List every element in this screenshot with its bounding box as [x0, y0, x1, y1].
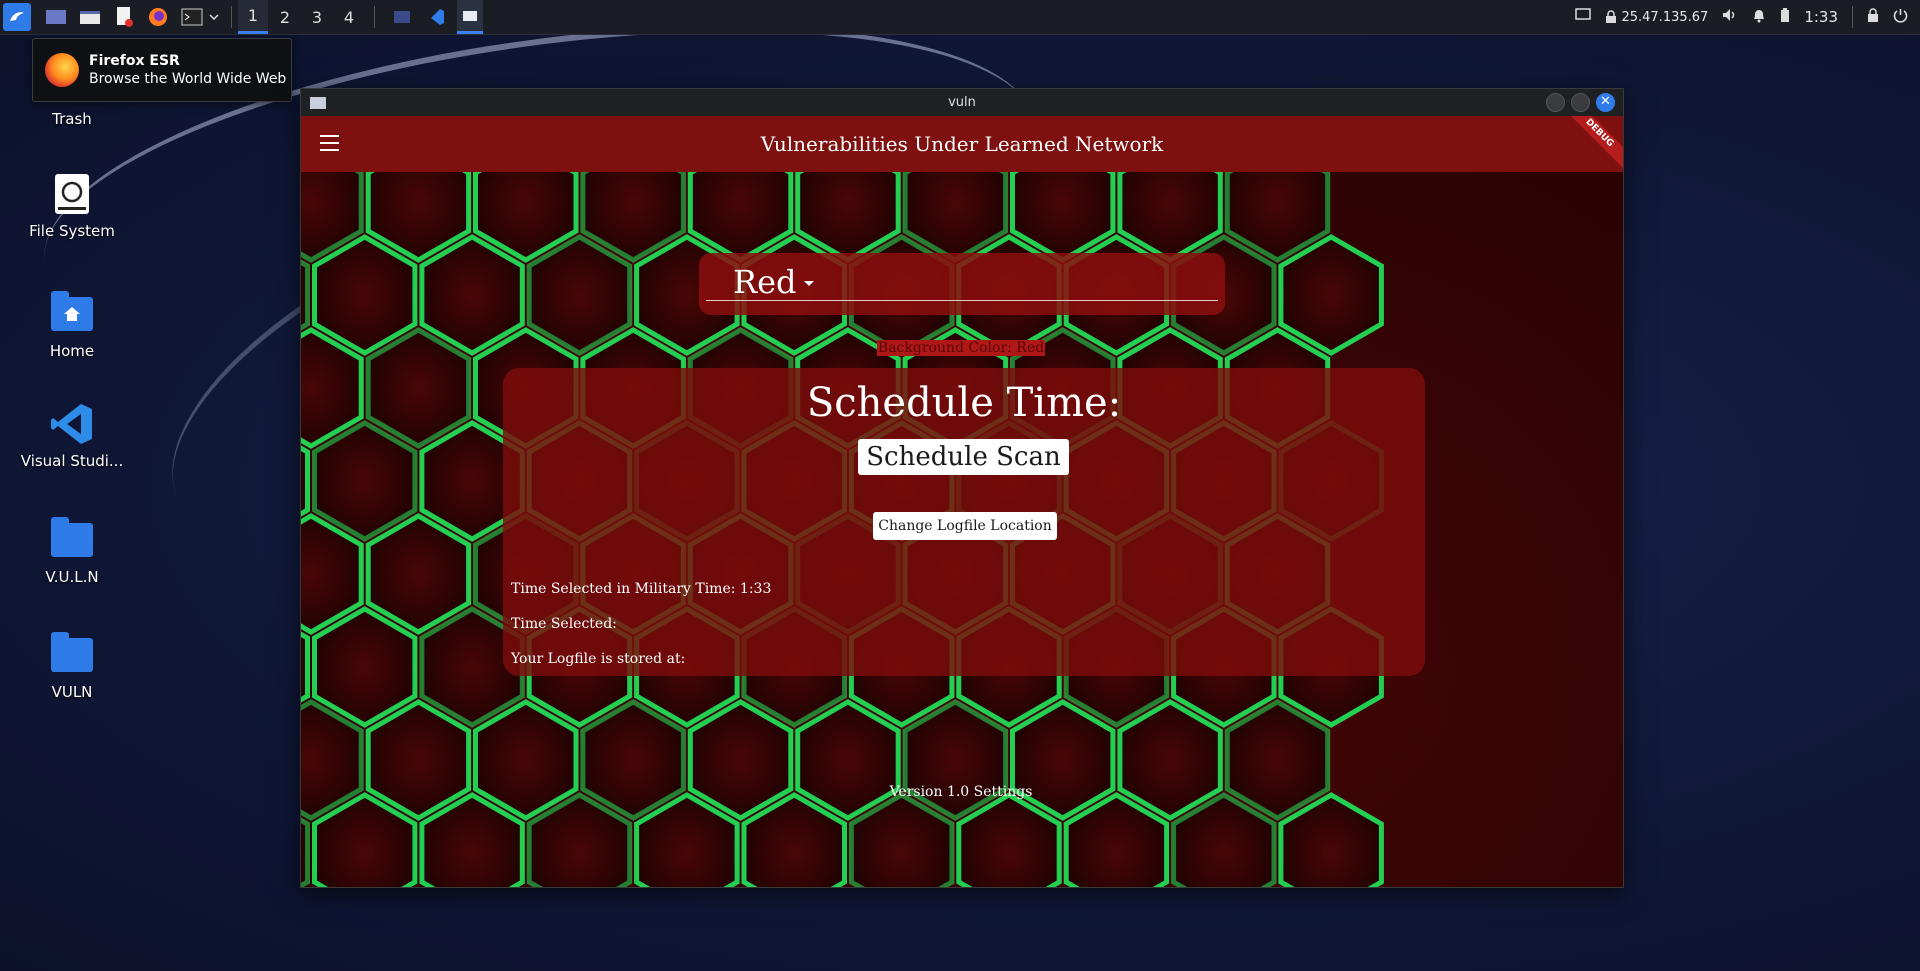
- show-desktop-icon[interactable]: [43, 4, 69, 30]
- hexagon-cell: [1010, 699, 1116, 821]
- desktop-icon-home[interactable]: Home: [18, 291, 126, 360]
- dropdown-underline: [706, 300, 1218, 301]
- logfile-location-text: Your Logfile is stored at:: [511, 651, 686, 667]
- vpn-indicator[interactable]: 25.47.135.67: [1605, 10, 1708, 25]
- folder-icon: [50, 517, 94, 562]
- background-color-label: Background Color: Red: [876, 340, 1046, 356]
- vscode-icon: [50, 402, 94, 446]
- desktop-icon-label: Home: [49, 342, 95, 360]
- debug-banner: DEBUG: [1558, 116, 1623, 172]
- app-title: Vulnerabilities Under Learned Network: [760, 132, 1164, 156]
- close-icon: ✕: [1600, 94, 1611, 109]
- background-color-label-row: Background Color: Red: [301, 337, 1621, 356]
- hexagon-cell: [795, 699, 901, 821]
- taskbar-separator: [374, 6, 375, 28]
- app-content: Red Background Color: Red Schedule Time:…: [301, 172, 1623, 887]
- hexagon-cell: [473, 699, 579, 821]
- version-settings-text[interactable]: Version 1.0 Settings: [301, 784, 1621, 800]
- military-time-text: Time Selected in Military Time: 1:33: [511, 581, 772, 597]
- network-address: 25.47.135.67: [1621, 9, 1709, 25]
- display-icon[interactable]: [1575, 8, 1592, 26]
- vuln-window: vuln ✕ Vulnerabilities Under Learned Net…: [300, 88, 1624, 888]
- power-icon[interactable]: [1893, 8, 1908, 27]
- workspace-2[interactable]: 2: [270, 0, 300, 34]
- window-title: vuln: [948, 95, 976, 110]
- desktop-icon-label: Trash: [52, 110, 92, 128]
- change-logfile-button[interactable]: Change Logfile Location: [873, 512, 1057, 540]
- notification-bell-icon[interactable]: [1752, 8, 1766, 27]
- lock-screen-icon[interactable]: [1867, 7, 1879, 27]
- taskbar-window-desktop-icon[interactable]: [389, 4, 415, 30]
- desktop-icon-label: V.U.L.N: [45, 568, 99, 586]
- schedule-title: Schedule Time:: [806, 380, 1122, 426]
- hexagon-cell: [312, 234, 418, 356]
- taskbar-window-vscode-icon[interactable]: [423, 4, 449, 30]
- firefox-logo-icon: [45, 53, 79, 87]
- desktop-icon-v-u-l-n[interactable]: V.U.L.N: [18, 517, 126, 586]
- file-manager-icon[interactable]: [77, 4, 103, 30]
- workspace-4[interactable]: 4: [334, 0, 364, 34]
- menu-icon[interactable]: [320, 135, 339, 151]
- color-dropdown-value: Red: [733, 263, 797, 301]
- schedule-panel: Schedule Time: Schedule Scan Change Logf…: [503, 368, 1425, 676]
- clock[interactable]: 1:33: [1804, 8, 1838, 26]
- workspace-3[interactable]: 3: [302, 0, 332, 34]
- battery-icon[interactable]: [1780, 7, 1790, 27]
- hexagon-cell: [580, 699, 686, 821]
- folder-icon: [50, 632, 94, 677]
- window-titlebar[interactable]: vuln ✕: [301, 89, 1623, 116]
- firefox-tooltip: Firefox ESR Browse the World Wide Web: [32, 38, 292, 102]
- firefox-icon[interactable]: [145, 4, 171, 30]
- drive-icon: [50, 172, 94, 216]
- workspace-1[interactable]: 1: [238, 0, 268, 34]
- desktop-icon-label: VULN: [51, 683, 93, 701]
- tooltip-title: Firefox ESR: [89, 53, 180, 69]
- hexagon-cell: [312, 420, 418, 542]
- hexagon-cell: [312, 606, 418, 728]
- desktop-icon-vuln[interactable]: VULN: [18, 632, 126, 701]
- hexagon-cell: [902, 699, 1009, 821]
- hexagon-cell: [526, 234, 633, 356]
- minimize-button[interactable]: [1546, 93, 1565, 112]
- app-bar: Vulnerabilities Under Learned Network DE…: [301, 116, 1623, 172]
- system-tray: 25.47.135.67 1:33: [1575, 0, 1920, 34]
- close-button[interactable]: ✕: [1596, 93, 1615, 112]
- top-taskbar: 1 2 3 4 25.47.135.67 1:33: [0, 0, 1920, 35]
- desktop-icon-label: Visual Studi...: [20, 452, 124, 470]
- chevron-down-icon[interactable]: [207, 4, 221, 30]
- desktop-icon-trash[interactable]: Trash: [18, 110, 126, 128]
- taskbar-window-vuln-icon[interactable]: [457, 0, 483, 34]
- desktop-icon-vscode[interactable]: Visual Studi...: [18, 402, 126, 470]
- tray-separator: [1852, 6, 1853, 28]
- text-editor-icon[interactable]: [111, 4, 137, 30]
- dropdown-arrow-icon[interactable]: [804, 281, 814, 286]
- color-dropdown[interactable]: Red: [699, 253, 1225, 315]
- home-folder-icon: [50, 291, 94, 336]
- hexagon-cell: [687, 699, 794, 821]
- schedule-scan-button[interactable]: Schedule Scan: [858, 439, 1069, 475]
- hexagon-cell: [419, 234, 525, 356]
- hexagon-cell: [365, 513, 472, 635]
- tooltip-subtitle: Browse the World Wide Web: [89, 71, 287, 87]
- volume-icon[interactable]: [1722, 8, 1738, 26]
- taskbar-separator: [231, 6, 232, 28]
- time-selected-text: Time Selected:: [511, 616, 617, 632]
- hexagon-cell: [1278, 234, 1384, 356]
- desktop-icon-label: File System: [29, 222, 115, 240]
- hexagon-cell: [365, 699, 472, 821]
- terminal-icon[interactable]: [179, 4, 205, 30]
- kali-menu-icon[interactable]: [3, 3, 31, 31]
- hexagon-cell: [1224, 699, 1331, 821]
- lock-icon: [1606, 10, 1617, 23]
- hexagon-cell: [1117, 699, 1223, 821]
- maximize-button[interactable]: [1571, 93, 1590, 112]
- desktop-icon-file-system[interactable]: File System: [18, 172, 126, 240]
